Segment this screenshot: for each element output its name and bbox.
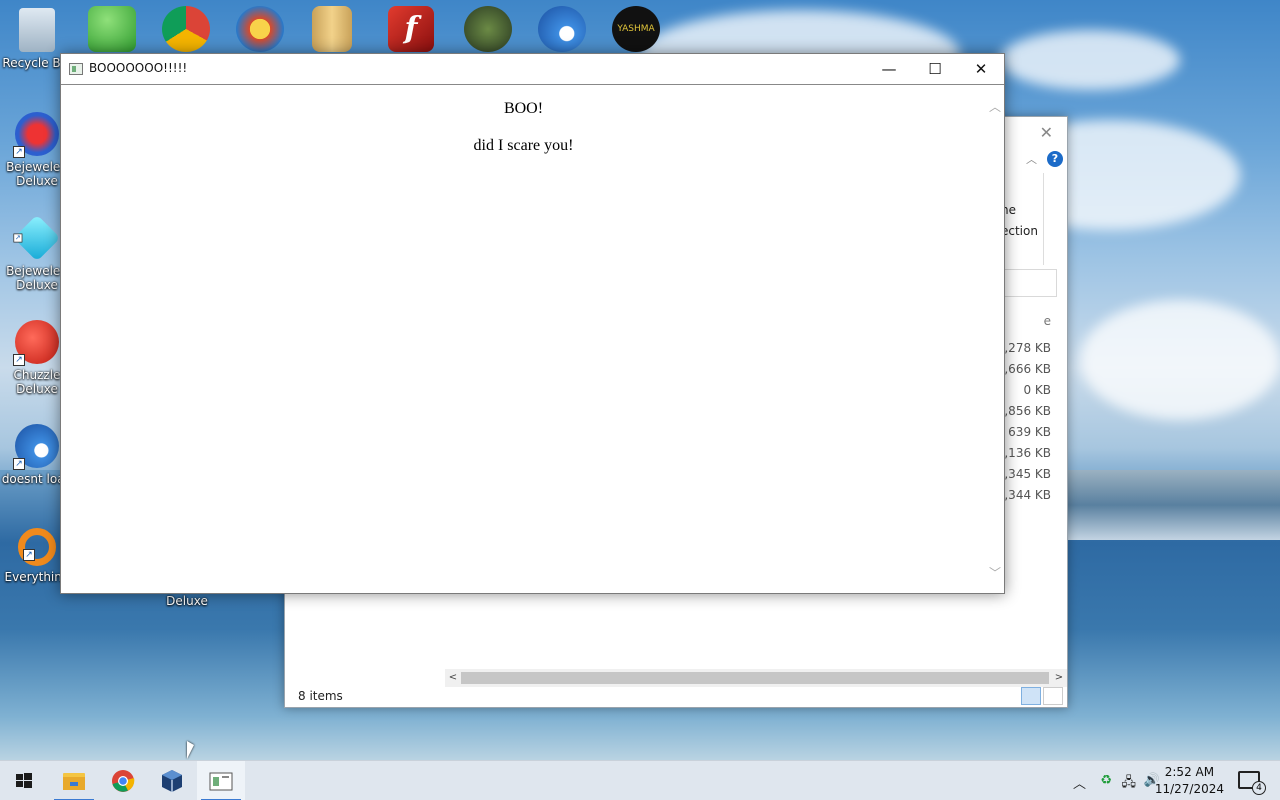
taskbar-chrome[interactable]	[99, 761, 147, 800]
ribbon-item[interactable]: ection	[1001, 224, 1038, 238]
large-icons-view-icon[interactable]	[1043, 687, 1063, 705]
shield-game-icon[interactable]	[464, 6, 512, 52]
desktop-icon-label: Bejeweled Deluxe	[6, 264, 68, 292]
thunderbird-icon[interactable]	[538, 6, 586, 52]
clock-time: 2:52 AM	[1164, 765, 1215, 779]
security-status-icon[interactable]: ♻	[1100, 773, 1112, 788]
recycle-bin-icon	[19, 8, 55, 52]
horizontal-scrollbar[interactable]: < >	[445, 669, 1067, 687]
pinball-icon[interactable]	[236, 6, 284, 52]
chuzzle-icon: ↗	[13, 320, 59, 366]
scroll-up-icon[interactable]: ︿	[986, 98, 1004, 115]
mouse-cursor	[187, 741, 194, 759]
status-bar-item-count: 8 items	[298, 689, 343, 703]
virtualbox-icon	[162, 770, 182, 792]
desktop-icon-label: Chuzzle Deluxe	[13, 368, 61, 396]
scrollbar-thumb[interactable]	[461, 672, 1049, 684]
boo-window[interactable]: BOOOOOOO!!!!! — ☐ ✕ BOO! did I scare you…	[60, 53, 1005, 594]
thunderbird-icon: ↗	[13, 424, 59, 470]
vertical-scrollbar[interactable]: ︿ ﹀	[986, 86, 1004, 593]
taskbar: ︿ ♻ 🖧 🔊 2:52 AM 11/27/2024 4	[0, 760, 1280, 800]
taskbar-file-explorer[interactable]	[50, 761, 98, 800]
scroll-down-icon[interactable]: ﹀	[986, 564, 1004, 581]
minimize-button[interactable]: —	[866, 54, 912, 84]
everything-search-icon: ↗	[18, 528, 56, 566]
notification-center-icon[interactable]: 4	[1238, 771, 1266, 795]
archive-icon[interactable]	[312, 6, 352, 52]
page-heading: BOO!	[503, 100, 544, 117]
desktop-icon-label: Bejeweled Deluxe	[6, 160, 68, 188]
show-hidden-icons-icon[interactable]: ︿	[1073, 773, 1086, 792]
desktop-icon-label: Deluxe	[166, 594, 208, 608]
bejeweled-gem-icon: ↗	[13, 214, 61, 262]
page-content: BOO! did I scare you!	[61, 86, 986, 593]
scroll-right-icon[interactable]: >	[1051, 669, 1067, 687]
app-window-icon	[69, 63, 83, 75]
system-clock[interactable]: 2:52 AM 11/27/2024	[1155, 764, 1224, 798]
boo-app-icon	[209, 772, 233, 791]
details-view-icon[interactable]	[1021, 687, 1041, 705]
window-title: BOOOOOOO!!!!!	[89, 61, 188, 75]
scroll-left-icon[interactable]: <	[445, 669, 461, 687]
yashma-icon[interactable]: YASHMA	[612, 6, 660, 52]
help-icon[interactable]: ?	[1047, 151, 1063, 167]
column-header-size[interactable]: e	[1044, 314, 1051, 328]
chrome-icon[interactable]	[162, 6, 210, 52]
file-size: 639 KB	[1008, 425, 1051, 439]
ribbon-divider	[1043, 173, 1044, 265]
messenger-icon[interactable]	[88, 6, 136, 52]
start-button[interactable]	[0, 761, 48, 800]
clock-date: 11/27/2024	[1154, 782, 1224, 796]
close-button[interactable]: ✕	[958, 54, 1004, 84]
taskbar-virtualbox[interactable]	[148, 761, 196, 800]
notification-count-badge: 4	[1252, 781, 1266, 795]
title-bar[interactable]: BOOOOOOO!!!!! — ☐ ✕	[61, 54, 1004, 85]
desktop-icon-deluxe[interactable]: Deluxe	[150, 594, 224, 608]
bejeweled-2-icon: ↗	[13, 112, 59, 158]
chrome-icon	[112, 770, 135, 792]
windows-logo-icon	[16, 773, 32, 788]
page-message: did I scare you!	[473, 137, 574, 154]
flash-icon[interactable]: f	[388, 6, 434, 52]
search-box[interactable]	[1003, 269, 1057, 297]
network-icon[interactable]: 🖧	[1122, 773, 1137, 795]
file-explorer-icon	[63, 773, 85, 790]
close-icon[interactable]: ✕	[1040, 123, 1053, 142]
chevron-up-icon[interactable]: ︿	[1026, 151, 1037, 167]
taskbar-boo-app[interactable]	[197, 761, 245, 800]
file-size: 0 KB	[1023, 383, 1051, 397]
maximize-button[interactable]: ☐	[912, 54, 958, 84]
